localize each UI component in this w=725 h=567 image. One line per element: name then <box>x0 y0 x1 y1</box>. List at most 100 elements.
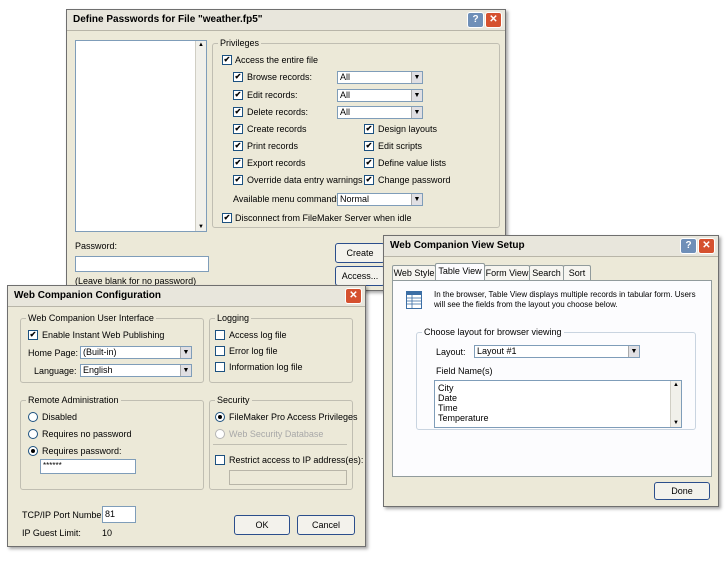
web-config-title: Web Companion Configuration <box>14 290 162 301</box>
access-log-checkbox[interactable] <box>215 330 225 340</box>
scroll-down-icon[interactable]: ▼ <box>673 420 679 426</box>
override-warnings-checkbox[interactable]: ✔ <box>233 175 243 185</box>
restrict-ip-checkbox[interactable] <box>215 455 225 465</box>
guest-limit-value: 10 <box>102 528 113 538</box>
access-entire-file-checkbox[interactable]: ✔ <box>222 55 232 65</box>
chevron-down-icon[interactable]: ▼ <box>411 107 422 118</box>
requires-no-password-radio[interactable] <box>28 429 38 439</box>
info-log-label: Information log file <box>229 362 303 372</box>
web-config-titlebar: Web Companion Configuration ✕ <box>8 286 365 307</box>
chevron-down-icon[interactable]: ▼ <box>180 347 191 358</box>
menu-commands-select[interactable]: Normal ▼ <box>337 193 423 206</box>
language-label: Language: <box>34 366 77 376</box>
disconnect-label: Disconnect from FileMaker Server when id… <box>235 213 412 223</box>
disabled-label: Disabled <box>42 412 78 422</box>
delete-records-checkbox[interactable]: ✔ <box>233 107 243 117</box>
restrict-ip-label: Restrict access to IP address(es): <box>229 455 364 465</box>
chevron-down-icon[interactable]: ▼ <box>411 72 422 83</box>
browse-records-checkbox[interactable]: ✔ <box>233 72 243 82</box>
done-button[interactable]: Done <box>654 482 710 500</box>
edit-records-checkbox[interactable]: ✔ <box>233 90 243 100</box>
cancel-button[interactable]: Cancel <box>297 515 355 535</box>
override-warnings-label: Override data entry warnings <box>247 175 363 185</box>
enable-iwp-checkbox[interactable]: ✔ <box>28 330 38 340</box>
delete-records-select[interactable]: All ▼ <box>337 106 423 119</box>
print-records-checkbox[interactable]: ✔ <box>233 141 243 151</box>
close-icon[interactable]: ✕ <box>345 288 362 304</box>
tab-web-style[interactable]: Web Style <box>392 265 436 280</box>
menu-commands-label: Available menu commands: <box>233 194 344 204</box>
tab-form-view[interactable]: Form View <box>484 265 530 280</box>
chevron-down-icon[interactable]: ▼ <box>411 194 422 205</box>
browse-records-select[interactable]: All ▼ <box>337 71 423 84</box>
password-list-scrollbar[interactable]: ▲ ▼ <box>195 41 206 231</box>
change-password-label: Change password <box>378 175 451 185</box>
port-value: 81 <box>105 509 116 519</box>
home-page-value: (Built-in) <box>83 347 117 357</box>
layout-label: Layout: <box>436 347 466 357</box>
requires-password-radio[interactable] <box>28 446 38 456</box>
tab-sort[interactable]: Sort <box>563 265 591 280</box>
define-passwords-titlebar: Define Passwords for File "weather.fp5" … <box>67 10 505 31</box>
ip-address-field <box>229 470 347 485</box>
edit-scripts-label: Edit scripts <box>378 141 423 151</box>
password-field[interactable] <box>75 256 209 272</box>
disabled-radio[interactable] <box>28 412 38 422</box>
access-log-label: Access log file <box>229 330 287 340</box>
language-select[interactable]: English ▼ <box>80 364 192 377</box>
view-setup-title: Web Companion View Setup <box>390 240 525 251</box>
delete-records-label: Delete records: <box>247 107 309 117</box>
create-records-checkbox[interactable]: ✔ <box>233 124 243 134</box>
ok-button[interactable]: OK <box>234 515 290 535</box>
chevron-down-icon[interactable]: ▼ <box>411 90 422 101</box>
print-records-label: Print records <box>247 141 299 151</box>
change-password-checkbox[interactable]: ✔ <box>364 175 374 185</box>
define-value-lists-checkbox[interactable]: ✔ <box>364 158 374 168</box>
design-layouts-checkbox[interactable]: ✔ <box>364 124 374 134</box>
tab-search[interactable]: Search <box>529 265 564 280</box>
view-description-line1: In the browser, Table View displays mult… <box>434 290 696 299</box>
scroll-up-icon[interactable]: ▲ <box>673 382 679 388</box>
define-value-lists-label: Define value lists <box>378 158 447 168</box>
edit-records-select[interactable]: All ▼ <box>337 89 423 102</box>
help-icon[interactable]: ? <box>680 238 697 254</box>
error-log-label: Error log file <box>229 346 278 356</box>
field-names-label: Field Name(s) <box>436 366 493 376</box>
layout-select[interactable]: Layout #1 ▼ <box>474 345 640 358</box>
close-icon[interactable]: ✕ <box>698 238 715 254</box>
scroll-down-icon[interactable]: ▼ <box>198 224 204 230</box>
tab-table-view[interactable]: Table View <box>435 263 485 280</box>
info-log-checkbox[interactable] <box>215 362 225 372</box>
layout-group-label: Choose layout for browser viewing <box>422 327 564 337</box>
requires-no-password-label: Requires no password <box>42 429 132 439</box>
error-log-checkbox[interactable] <box>215 346 225 356</box>
list-item[interactable]: Date <box>438 393 457 403</box>
remote-password-field[interactable]: ****** <box>40 459 136 474</box>
list-item[interactable]: City <box>438 383 454 393</box>
logging-group-label: Logging <box>215 313 252 323</box>
port-field[interactable]: 81 <box>102 506 136 523</box>
chevron-down-icon[interactable]: ▼ <box>628 346 639 357</box>
enable-iwp-label: Enable Instant Web Publishing <box>42 330 165 340</box>
export-records-label: Export records <box>247 158 306 168</box>
field-list-scrollbar[interactable]: ▲ ▼ <box>670 381 681 427</box>
fm-access-radio[interactable] <box>215 412 225 422</box>
list-item[interactable]: Time <box>438 403 458 413</box>
web-security-db-label: Web Security Database <box>229 429 324 439</box>
field-names-list[interactable]: City Date Time Temperature ▲ ▼ <box>434 380 682 428</box>
close-icon[interactable]: ✕ <box>485 12 502 28</box>
list-item[interactable]: Temperature <box>438 413 489 423</box>
browse-records-label: Browse records: <box>247 72 313 82</box>
disconnect-checkbox[interactable]: ✔ <box>222 213 232 223</box>
chevron-down-icon[interactable]: ▼ <box>180 365 191 376</box>
scroll-up-icon[interactable]: ▲ <box>198 42 204 48</box>
access-button[interactable]: Access... <box>335 266 385 286</box>
home-page-select[interactable]: (Built-in) ▼ <box>80 346 192 359</box>
help-icon[interactable]: ? <box>467 12 484 28</box>
create-button[interactable]: Create <box>335 243 385 263</box>
password-list[interactable]: ▲ ▼ <box>75 40 207 232</box>
export-records-checkbox[interactable]: ✔ <box>233 158 243 168</box>
edit-scripts-checkbox[interactable]: ✔ <box>364 141 374 151</box>
guest-limit-label: IP Guest Limit: <box>22 528 81 538</box>
web-security-db-radio <box>215 429 225 439</box>
